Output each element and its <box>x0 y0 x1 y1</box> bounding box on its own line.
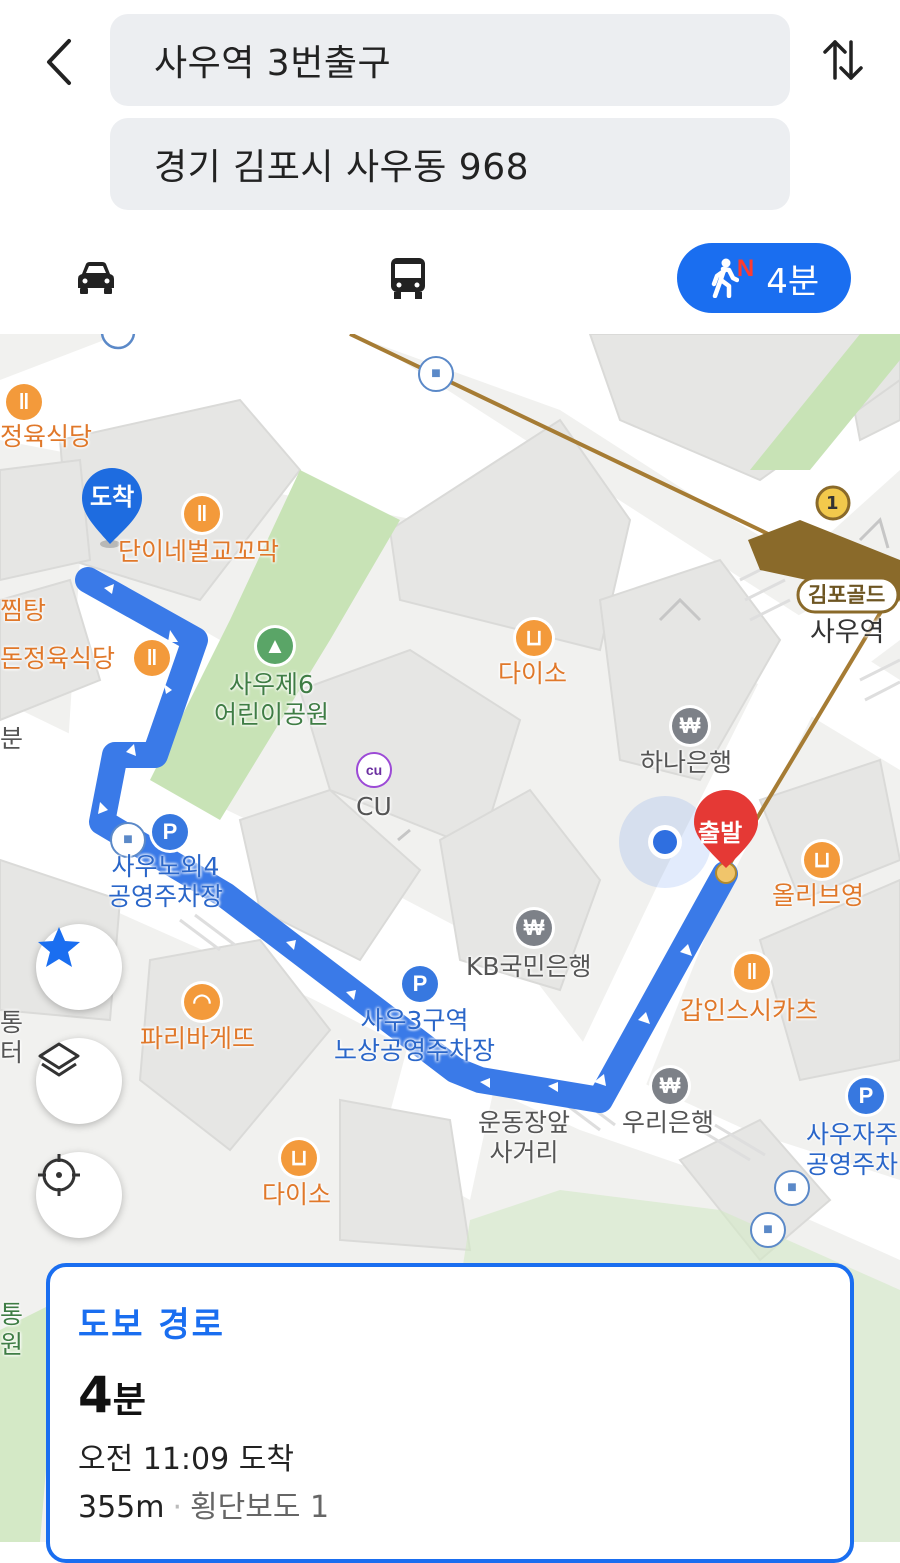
restaurant-icon[interactable]: ǁ <box>184 496 220 532</box>
line-number: 1 <box>826 493 839 514</box>
locate-button[interactable] <box>36 1152 122 1238</box>
shopping-cart-icon[interactable]: ⊔ <box>804 842 840 878</box>
bus-icon <box>391 258 425 299</box>
poi-label: 분 <box>0 724 24 753</box>
swap-vertical-icon <box>823 40 863 80</box>
won-icon-text: ₩ <box>679 713 701 738</box>
convenience-store-icon[interactable]: cu <box>356 752 392 788</box>
poi-label: 원 <box>0 1330 24 1359</box>
back-button[interactable] <box>30 30 86 94</box>
poi-label[interactable]: 정육식당 <box>0 422 92 452</box>
layers-button[interactable] <box>36 1038 122 1124</box>
walking-person-icon <box>711 258 739 298</box>
parking-letter: P <box>858 1083 874 1108</box>
route-duration: 4분 <box>78 1366 850 1424</box>
poi-label[interactable]: 하나은행 <box>640 748 732 778</box>
bank-icon[interactable]: ₩ <box>652 1068 688 1104</box>
poi-label[interactable]: 돈정육식당 <box>0 644 115 674</box>
poi-label[interactable]: 찜탕 <box>0 596 46 626</box>
origin-text: 사우역 3번출구 <box>154 43 392 84</box>
route-type-title: 도보 경로 <box>78 1305 225 1345</box>
won-icon-text: ₩ <box>659 1073 681 1098</box>
swap-button[interactable] <box>808 28 878 92</box>
favorite-button[interactable] <box>36 924 122 1010</box>
parking-letter: P <box>162 819 178 844</box>
parking-icon[interactable]: P <box>152 814 188 850</box>
arrival-time: 오전 11:09 도착 <box>78 1442 294 1477</box>
car-icon <box>78 262 114 294</box>
restaurant-icon[interactable]: ǁ <box>6 384 42 420</box>
poi-label[interactable]: 다이소 <box>498 659 567 689</box>
bus-stop-icon[interactable]: ■ <box>774 1170 810 1206</box>
bank-icon[interactable]: ₩ <box>672 708 708 744</box>
duration-unit: 분 <box>112 1380 146 1421</box>
bus-stop-icon[interactable]: ■ <box>418 356 454 392</box>
route-details: 355m · 횡단보도 1 <box>78 1482 850 1526</box>
star-icon <box>38 927 80 967</box>
won-icon-text: ₩ <box>523 915 545 940</box>
route-summary-card[interactable]: 도보 경로 4분 오전 11:09 도착 355m · 횡단보도 1 <box>46 1263 854 1563</box>
route-distance: 355m <box>78 1490 165 1525</box>
poi-label[interactable]: 단이네벌교꼬막 <box>118 537 279 567</box>
poi-label[interactable]: 다이소 <box>262 1180 331 1210</box>
tab-bus[interactable] <box>370 243 446 313</box>
bank-icon[interactable]: ₩ <box>516 910 552 946</box>
poi-label[interactable]: KB국민은행 <box>466 952 592 982</box>
tab-car[interactable] <box>60 243 132 313</box>
parking-icon[interactable]: P <box>848 1078 884 1114</box>
poi-label[interactable]: 사우제6 어린이공원 <box>214 670 329 730</box>
intersection-label[interactable]: 운동장앞 사거리 <box>478 1108 570 1168</box>
poi-label[interactable]: 파리바게뜨 <box>140 1024 255 1054</box>
poi-label[interactable]: 사우자주 공영주차 <box>806 1120 898 1180</box>
poi-label[interactable]: 우리은행 <box>622 1108 714 1138</box>
poi-label: 통 <box>0 1300 24 1329</box>
poi-label: 통 <box>0 1008 24 1037</box>
poi-label: 터 <box>0 1038 24 1067</box>
station-label[interactable]: 사우역 <box>810 618 885 648</box>
poi-label[interactable]: CU <box>356 792 392 822</box>
cu-badge-text: cu <box>365 762 383 778</box>
shopping-cart-icon[interactable]: ⊔ <box>281 1140 317 1176</box>
poi-label[interactable]: 갑인스시카츠 <box>680 996 818 1026</box>
walk-time: 4분 <box>766 261 820 302</box>
crosshair-icon <box>38 1154 80 1196</box>
separator-dot: · <box>172 1490 183 1525</box>
subway-line-label[interactable]: 김포골드 <box>808 580 885 610</box>
crosswalk-count: 횡단보도 1 <box>190 1490 330 1525</box>
restaurant-icon[interactable]: ǁ <box>734 954 770 990</box>
shopping-cart-icon[interactable]: ⊔ <box>516 620 552 656</box>
destination-text: 경기 김포시 사우동 968 <box>154 147 530 188</box>
start-marker[interactable]: 출발 <box>698 818 742 848</box>
poi-label[interactable]: 사우3구역 노상공영주차장 <box>334 1006 495 1066</box>
bakery-icon[interactable]: ◠ <box>184 984 220 1020</box>
poi-label[interactable]: 올리브영 <box>772 881 864 911</box>
parking-icon[interactable]: P <box>402 966 438 1002</box>
park-icon[interactable]: ▲ <box>257 628 293 664</box>
poi-label[interactable]: 사우노외4 공영주차장 <box>108 852 223 912</box>
bus-stop-icon[interactable]: ■ <box>750 1212 786 1248</box>
chevron-left-icon <box>47 39 71 85</box>
parking-letter: P <box>412 971 428 996</box>
end-marker[interactable]: 도착 <box>90 482 134 512</box>
route-search-header: 사우역 3번출구 경기 김포시 사우동 968 N 4분 <box>0 0 900 334</box>
origin-input[interactable]: 사우역 3번출구 <box>110 14 790 106</box>
new-badge: N <box>736 255 755 282</box>
tab-walk[interactable]: N 4분 <box>677 243 851 313</box>
layers-icon <box>38 1042 80 1077</box>
duration-value: 4 <box>78 1366 113 1424</box>
restaurant-icon[interactable]: ǁ <box>134 640 170 676</box>
destination-input[interactable]: 경기 김포시 사우동 968 <box>110 118 790 210</box>
